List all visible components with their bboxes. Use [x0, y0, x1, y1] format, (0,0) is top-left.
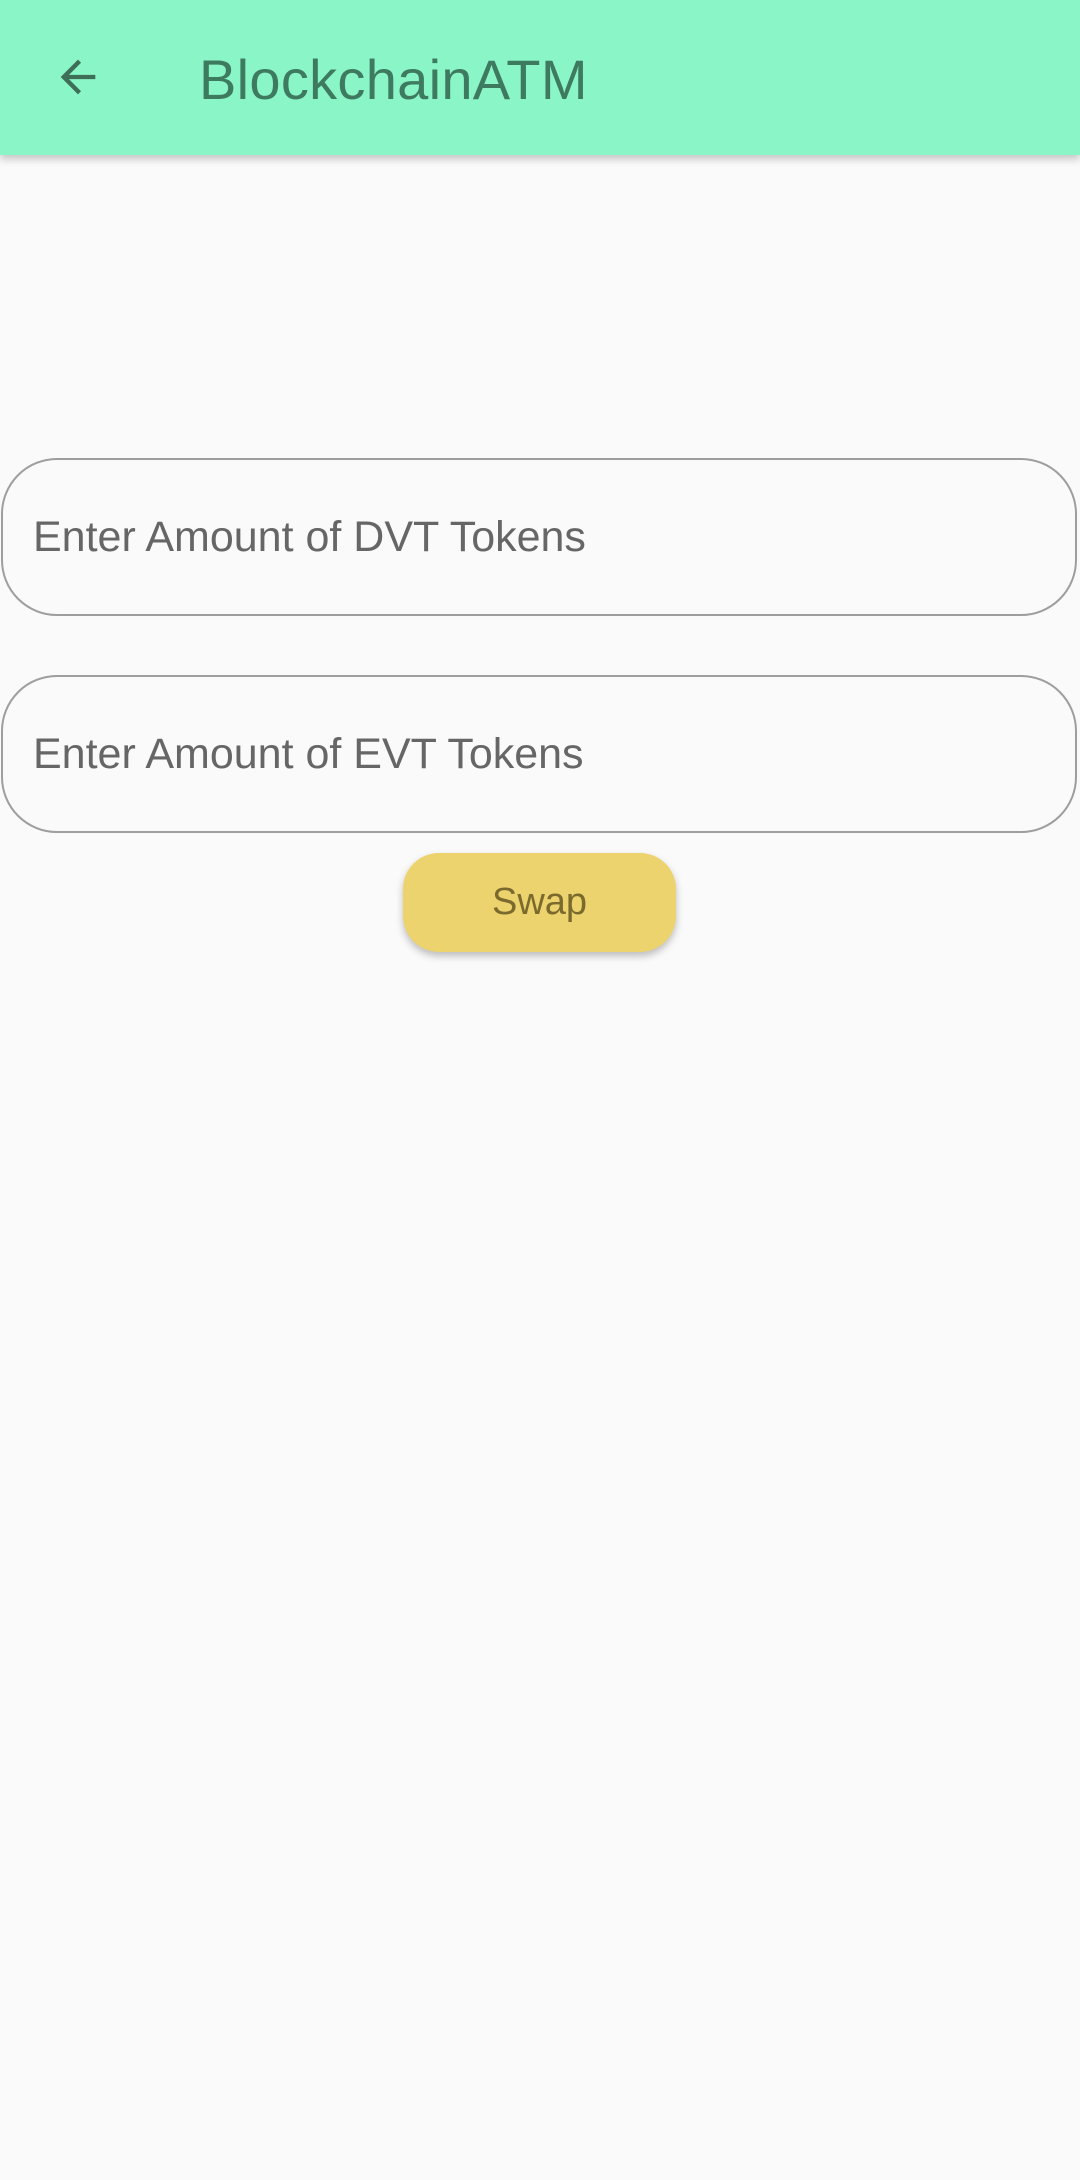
evt-amount-field[interactable] [1, 675, 1077, 833]
swap-button[interactable]: Swap [403, 853, 676, 952]
evt-amount-input[interactable] [33, 677, 1043, 831]
page-title: BlockchainATM [199, 48, 588, 111]
back-button[interactable] [38, 37, 118, 117]
dvt-amount-field[interactable] [1, 458, 1077, 616]
arrow-back-icon [60, 59, 96, 95]
dvt-amount-input[interactable] [33, 460, 1043, 614]
app-bar: BlockchainATM [0, 0, 1080, 155]
